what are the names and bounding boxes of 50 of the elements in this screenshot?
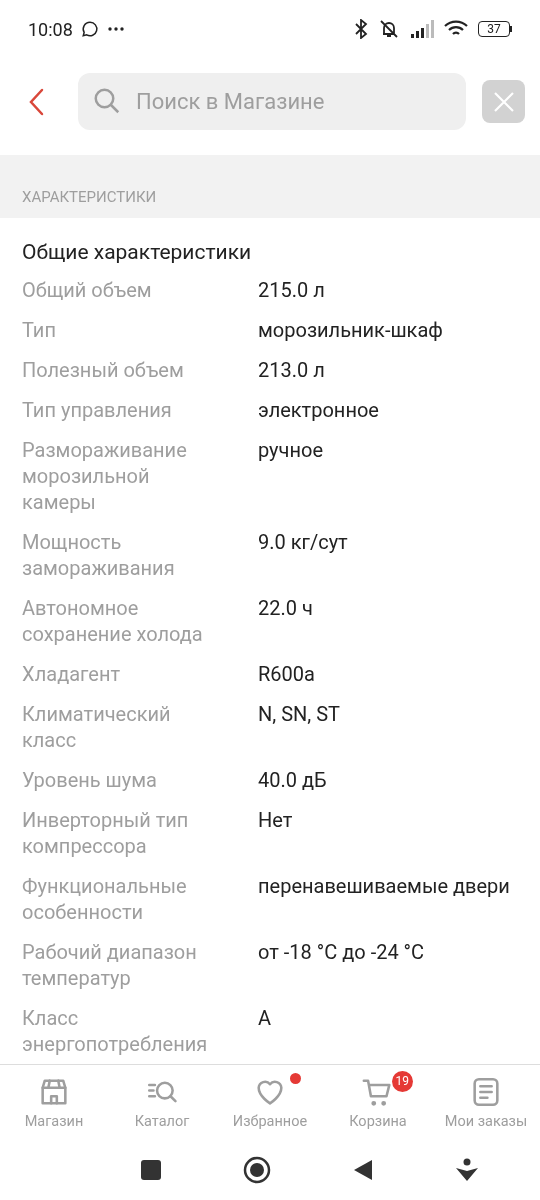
assistant-icon[interactable] — [455, 1158, 479, 1182]
back-triangle-icon[interactable] — [353, 1159, 373, 1181]
spec-value: A — [258, 1005, 273, 1032]
signal-icon — [410, 20, 434, 38]
spec-value: перенавешиваемые двери — [258, 873, 511, 900]
spec-value: 215.0 л — [258, 277, 326, 303]
spec-value: R600a — [258, 661, 316, 687]
spec-value: 40.0 дБ — [258, 767, 328, 793]
more-icon — [106, 26, 125, 32]
count-badge: 19 — [391, 1071, 413, 1092]
nav-tab[interactable]: 19 Корзина — [324, 1065, 432, 1140]
bluetooth-icon — [354, 19, 368, 39]
nav-tab[interactable]: Магазин — [0, 1065, 108, 1140]
chat-icon — [80, 20, 99, 38]
spec-label: Рабочий диапазон температур — [22, 939, 198, 991]
spec-value: от -18 °C до -24 °C — [258, 939, 426, 966]
spec-label: Хладагент — [22, 661, 122, 687]
spec-label: Тип управления — [22, 397, 173, 423]
spec-label: Климатический класс — [22, 701, 172, 753]
spec-label: Уровень шума — [22, 767, 158, 793]
spec-label: Размораживание морозильной камеры — [22, 437, 188, 515]
spec-label: Общий объем — [22, 277, 153, 303]
spec-value: морозильник-шкаф — [258, 317, 444, 343]
spec-value: Нет — [258, 807, 294, 834]
spec-label: Функциональные особенности — [22, 873, 188, 925]
spec-value: 9.0 кг/сут — [258, 529, 349, 556]
home-icon[interactable] — [243, 1156, 271, 1184]
battery-icon: 37 — [478, 21, 512, 37]
nav-tab[interactable]: Каталог — [108, 1065, 216, 1140]
recents-icon[interactable] — [141, 1160, 161, 1180]
spec-label: Класс энергопотребления — [22, 1005, 209, 1057]
spec-value: 22.0 ч — [258, 595, 314, 622]
spec-label: Тип — [22, 317, 57, 343]
nav-tab[interactable]: Мои заказы — [432, 1065, 540, 1140]
nav-tab[interactable]: Избранное — [216, 1065, 324, 1140]
muted-bell-icon — [378, 19, 400, 39]
search-field[interactable]: Поиск в Магазине — [78, 73, 466, 130]
spec-value: электронное — [258, 397, 380, 423]
status-time: 10:08 — [28, 17, 73, 42]
group-title: Общие характеристики — [22, 239, 253, 266]
search-icon — [92, 86, 122, 116]
close-icon — [491, 89, 516, 114]
spec-label: Инверторный тип компрессора — [22, 807, 190, 859]
spec-label: Полезный объем — [22, 357, 185, 383]
section-header: ХАРАКТЕРИСТИКИ — [0, 155, 540, 218]
spec-value: 213.0 л — [258, 357, 326, 383]
spec-value: N, SN, ST — [258, 701, 341, 728]
spec-label: Автономное сохранение холода — [22, 595, 204, 647]
spec-label: Мощность замораживания — [22, 529, 176, 581]
spec-value: ручное — [258, 437, 324, 464]
